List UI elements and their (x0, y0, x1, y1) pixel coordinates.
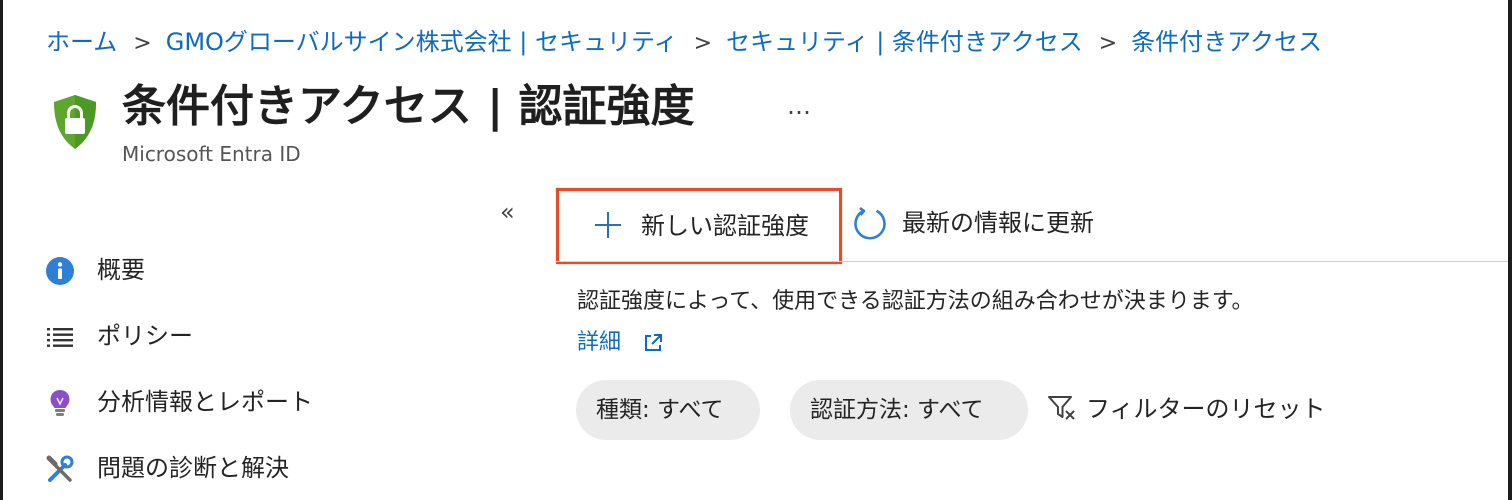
reset-filters-button[interactable]: フィルターのリセット (1046, 390, 1366, 430)
collapse-sidebar-icon[interactable]: « (500, 200, 515, 224)
sidebar-item-label: 概要 (97, 256, 145, 284)
breadcrumb: ホーム > GMOグローバルサイン株式会社 | セキュリティ > セキュリティ | 条件… (46, 22, 1322, 64)
description-text: 認証強度によって、使用できる認証方法の組み合わせが決まります。 (577, 289, 1254, 314)
breadcrumb-separator: > (693, 31, 713, 56)
page-title: 条件付きアクセス | 認証強度 (122, 81, 695, 132)
type-filter-label: 種類: すべて (596, 397, 724, 423)
command-bar: 新しい認証強度 最新の情報に更新 (556, 184, 1508, 264)
breadcrumb-separator: > (133, 31, 152, 56)
method-filter-pill[interactable]: 認証方法: すべて (790, 380, 1028, 440)
lightbulb-icon (50, 390, 70, 416)
info-icon (46, 257, 74, 285)
list-icon (47, 328, 73, 347)
shield-lock-icon (54, 95, 96, 149)
learn-more-link[interactable]: 詳細 (577, 325, 664, 361)
reset-filters-label: フィルターのリセット (1086, 395, 1326, 423)
method-filter-label: 認証方法: すべて (810, 397, 984, 423)
breadcrumb-separator: > (1098, 31, 1118, 56)
plus-icon (595, 212, 621, 238)
refresh-icon (854, 206, 886, 240)
breadcrumb-security-conditional-access[interactable]: セキュリティ | 条件付きアクセス (726, 28, 1083, 56)
toolbar-divider (556, 261, 1508, 262)
new-button-label: 新しい認証強度 (641, 212, 809, 240)
new-authentication-strength-button[interactable]: 新しい認証強度 (556, 188, 842, 264)
breadcrumb-org-security[interactable]: GMOグローバルサイン株式会社 | セキュリティ (166, 28, 678, 56)
sidebar-item-policies[interactable]: ポリシー (45, 312, 465, 356)
type-filter-pill[interactable]: 種類: すべて (576, 380, 760, 440)
external-link-icon (645, 334, 663, 351)
more-options-icon[interactable]: … (787, 92, 812, 120)
learn-more-label: 詳細 (577, 330, 622, 355)
window-right-edge (1508, 0, 1512, 500)
sidebar-item-label: 分析情報とレポート (97, 388, 313, 416)
refresh-button[interactable]: 最新の情報に更新 (852, 204, 1142, 246)
wrench-screwdriver-icon (46, 455, 74, 482)
sidebar-item-diagnose-solve[interactable]: 問題の診断と解決 (45, 444, 465, 488)
sidebar-item-label: ポリシー (97, 322, 193, 350)
sidebar-item-insights-reports[interactable]: 分析情報とレポート (45, 378, 465, 422)
breadcrumb-home[interactable]: ホーム (46, 28, 117, 56)
sidebar-item-label: 問題の診断と解決 (97, 454, 289, 482)
breadcrumb-conditional-access[interactable]: 条件付きアクセス (1131, 28, 1322, 56)
sidebar-item-overview[interactable]: 概要 (45, 246, 465, 290)
refresh-button-label: 最新の情報に更新 (902, 209, 1094, 237)
window-left-edge (0, 0, 3, 500)
filter-clear-icon (1048, 396, 1075, 420)
page-subtitle: Microsoft Entra ID (122, 142, 301, 166)
